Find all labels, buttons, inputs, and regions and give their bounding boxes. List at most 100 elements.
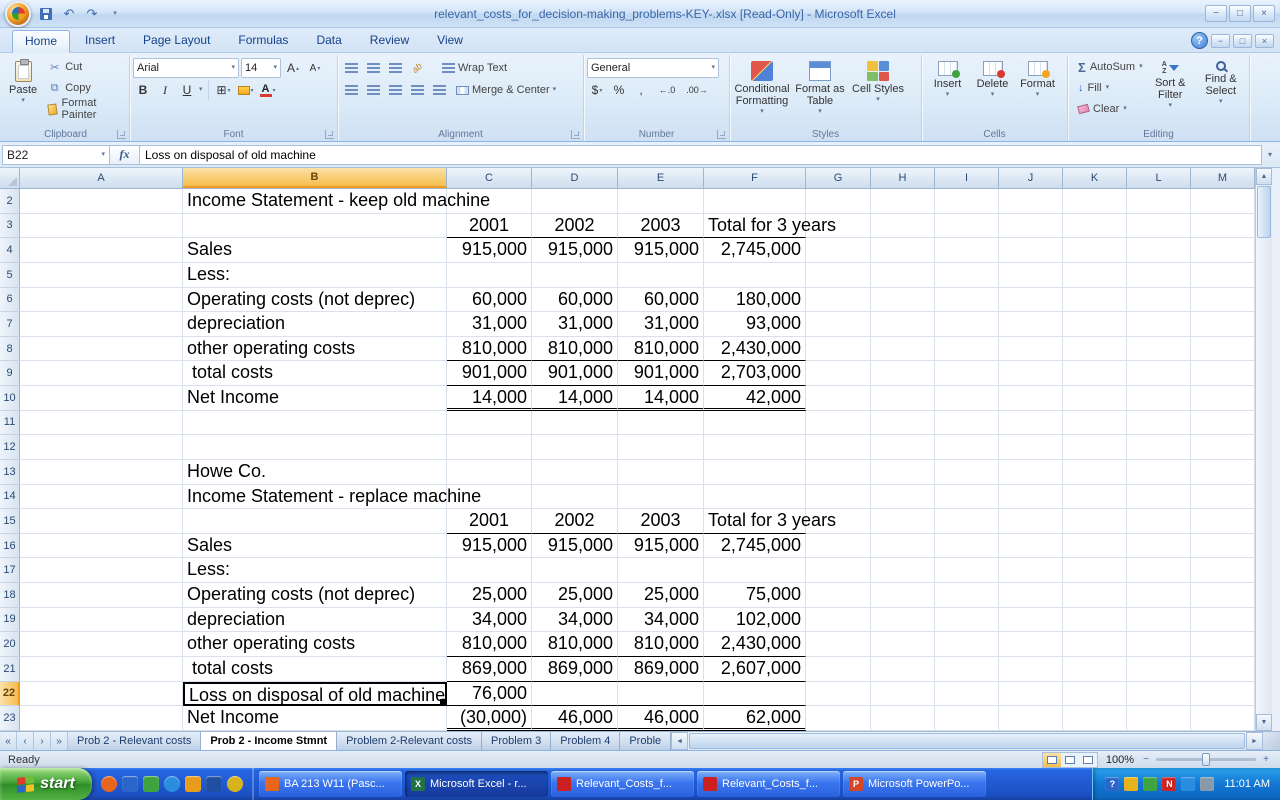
cell-E14[interactable] (618, 485, 704, 510)
cell-M9[interactable] (1191, 361, 1255, 386)
sheet-tab-prob-2-relevant-costs[interactable]: Prob 2 - Relevant costs (68, 732, 201, 750)
cell-B7[interactable]: depreciation (183, 312, 447, 337)
accounting-format-button[interactable]: $▾ (587, 80, 607, 100)
cell-I13[interactable] (935, 460, 999, 485)
cell-I6[interactable] (935, 288, 999, 313)
cell-C19[interactable]: 34,000 (447, 608, 532, 633)
cell-C8[interactable]: 810,000 (447, 337, 532, 362)
cell-C10[interactable]: 14,000 (447, 386, 532, 411)
italic-button[interactable]: I (155, 80, 175, 100)
scroll-up-button[interactable]: ▲ (1256, 168, 1272, 185)
cell-K17[interactable] (1063, 558, 1127, 583)
cell-M14[interactable] (1191, 485, 1255, 510)
increase-decimal-button[interactable]: ←.0 (653, 80, 681, 100)
cell-A10[interactable] (20, 386, 183, 411)
cell-J6[interactable] (999, 288, 1063, 313)
cell-M18[interactable] (1191, 583, 1255, 608)
cut-button[interactable]: ✂Cut (43, 57, 126, 77)
cell-J13[interactable] (999, 460, 1063, 485)
help-tray-icon[interactable]: ? (1105, 777, 1119, 791)
cell-F16[interactable]: 2,745,000 (704, 534, 806, 559)
cell-E13[interactable] (618, 460, 704, 485)
cell-I17[interactable] (935, 558, 999, 583)
comma-style-button[interactable]: , (631, 80, 651, 100)
row-header-8[interactable]: 8 (0, 337, 20, 362)
cell-H22[interactable] (871, 682, 935, 707)
row-header-19[interactable]: 19 (0, 608, 20, 633)
cell-D22[interactable] (532, 682, 618, 707)
cell-A20[interactable] (20, 632, 183, 657)
cell-G14[interactable] (806, 485, 871, 510)
workbook-minimize-button[interactable]: − (1211, 34, 1230, 48)
orientation-button[interactable]: ab (407, 58, 427, 78)
quick-launch-icon-7[interactable] (227, 776, 243, 792)
cell-J20[interactable] (999, 632, 1063, 657)
tab-formulas[interactable]: Formulas (225, 29, 301, 52)
cell-D9[interactable]: 901,000 (532, 361, 618, 386)
save-button[interactable] (36, 5, 56, 23)
cell-D3[interactable]: 2002 (532, 214, 618, 239)
zoom-thumb[interactable] (1202, 753, 1210, 766)
close-button[interactable]: × (1253, 5, 1275, 22)
cell-D10[interactable]: 14,000 (532, 386, 618, 411)
cell-H23[interactable] (871, 706, 935, 731)
previous-sheet-button[interactable]: ‹ (17, 732, 34, 750)
cell-F10[interactable]: 42,000 (704, 386, 806, 411)
cell-B12[interactable] (183, 435, 447, 460)
antivirus-icon[interactable]: N (1162, 777, 1176, 791)
decrease-indent-button[interactable] (407, 80, 427, 100)
cell-F2[interactable] (704, 189, 806, 214)
column-header-M[interactable]: M (1191, 168, 1255, 188)
cell-B8[interactable]: other operating costs (183, 337, 447, 362)
row-header-22[interactable]: 22 (0, 682, 20, 707)
cell-L15[interactable] (1127, 509, 1191, 534)
cell-M5[interactable] (1191, 263, 1255, 288)
cell-A3[interactable] (20, 214, 183, 239)
expand-formula-bar-button[interactable]: ▾ (1262, 145, 1278, 165)
cell-E16[interactable]: 915,000 (618, 534, 704, 559)
workbook-maximize-button[interactable]: □ (1233, 34, 1252, 48)
cell-D17[interactable] (532, 558, 618, 583)
cell-J17[interactable] (999, 558, 1063, 583)
cell-D2[interactable] (532, 189, 618, 214)
cell-C13[interactable] (447, 460, 532, 485)
cell-M2[interactable] (1191, 189, 1255, 214)
sheet-tab-problem-2-relevant-costs[interactable]: Problem 2-Relevant costs (337, 732, 482, 750)
cell-M20[interactable] (1191, 632, 1255, 657)
align-right-button[interactable] (385, 80, 405, 100)
cell-F14[interactable] (704, 485, 806, 510)
borders-button[interactable]: ⊞▾ (214, 80, 234, 100)
cell-I14[interactable] (935, 485, 999, 510)
cell-H9[interactable] (871, 361, 935, 386)
cell-I16[interactable] (935, 534, 999, 559)
cell-K22[interactable] (1063, 682, 1127, 707)
cell-G4[interactable] (806, 238, 871, 263)
cell-A11[interactable] (20, 411, 183, 436)
cell-M23[interactable] (1191, 706, 1255, 731)
cell-L19[interactable] (1127, 608, 1191, 633)
page-layout-view-button[interactable] (1061, 753, 1079, 767)
green-status-icon[interactable] (1143, 777, 1157, 791)
cell-G9[interactable] (806, 361, 871, 386)
cell-A7[interactable] (20, 312, 183, 337)
conditional-formatting-button[interactable]: Conditional Formatting ▾ (733, 57, 791, 119)
cell-H14[interactable] (871, 485, 935, 510)
cell-I19[interactable] (935, 608, 999, 633)
cell-F4[interactable]: 2,745,000 (704, 238, 806, 263)
cell-L2[interactable] (1127, 189, 1191, 214)
cell-B5[interactable]: Less: (183, 263, 447, 288)
cell-I2[interactable] (935, 189, 999, 214)
cell-H15[interactable] (871, 509, 935, 534)
cell-K14[interactable] (1063, 485, 1127, 510)
zoom-slider[interactable]: − + (1140, 754, 1272, 766)
cell-I7[interactable] (935, 312, 999, 337)
cell-C4[interactable]: 915,000 (447, 238, 532, 263)
clear-button[interactable]: Clear▾ (1073, 99, 1145, 119)
align-left-button[interactable] (341, 80, 361, 100)
cell-L8[interactable] (1127, 337, 1191, 362)
cell-D18[interactable]: 25,000 (532, 583, 618, 608)
cell-F22[interactable] (704, 682, 806, 707)
cell-E7[interactable]: 31,000 (618, 312, 704, 337)
cell-A15[interactable] (20, 509, 183, 534)
cell-B19[interactable]: depreciation (183, 608, 447, 633)
